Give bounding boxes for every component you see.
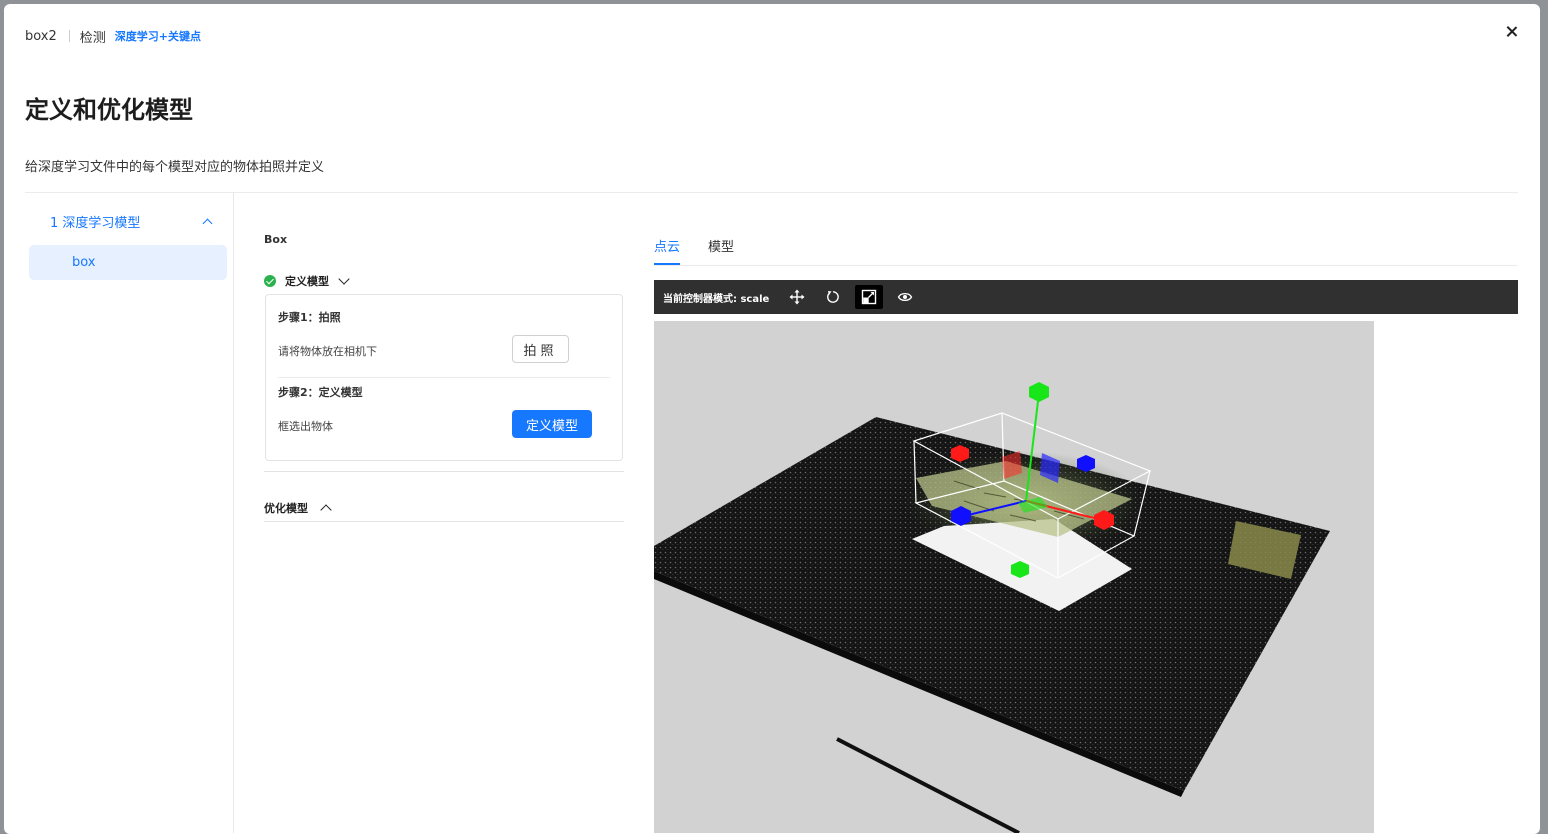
- success-check-icon: [264, 275, 276, 287]
- chevron-up-icon: [320, 504, 332, 516]
- step1-description: 请将物体放在相机下: [278, 345, 377, 358]
- stray-point-line: [836, 737, 1020, 833]
- step2-title: 步骤2：定义模型: [278, 386, 363, 399]
- rotate-tool-button[interactable]: [819, 285, 847, 309]
- point-cloud-viewport[interactable]: [654, 321, 1374, 833]
- rotate-icon: [827, 291, 840, 303]
- chevron-up-icon: [202, 218, 213, 228]
- mode-label: 检测: [79, 30, 106, 46]
- chevron-down-icon: [338, 273, 350, 285]
- sidebar-group-label: 1 深度学习模型: [50, 215, 141, 231]
- sidebar-item-label: box: [72, 255, 96, 270]
- visibility-toggle-button[interactable]: [891, 285, 919, 309]
- step1-title: 步骤1：拍照: [278, 311, 341, 324]
- define-model-section-toggle[interactable]: 定义模型: [264, 273, 350, 289]
- scale-icon: [862, 289, 877, 305]
- controller-mode-value: scale: [740, 293, 770, 305]
- tab-model[interactable]: 模型: [708, 236, 734, 263]
- viewer-tabs: 点云 模型: [654, 229, 1518, 266]
- define-model-card: 步骤1：拍照 请将物体放在相机下 拍照 步骤2：定义模型 框选出物体 定义模型: [265, 294, 623, 461]
- define-model-button[interactable]: 定义模型: [512, 410, 592, 438]
- optimize-model-section-label: 优化模型: [264, 502, 308, 515]
- controller-mode-label: 当前控制器模式:: [663, 293, 737, 305]
- step-divider: [278, 377, 610, 378]
- page-title: 定义和优化模型: [25, 96, 193, 124]
- optimize-model-section-toggle[interactable]: 优化模型: [264, 500, 332, 516]
- project-name: box2: [25, 28, 57, 44]
- modal-dialog: box2 检测 深度学习+关键点 定义和优化模型 给深度学习文件中的每个模型对应…: [4, 4, 1540, 834]
- move-tool-button[interactable]: [783, 285, 811, 309]
- breadcrumb-divider: [68, 30, 70, 42]
- sidebar-group-deep-learning-models[interactable]: 1 深度学习模型: [50, 209, 215, 233]
- viewer-panel: 点云 模型 当前控制器模式: scale: [654, 193, 1518, 833]
- model-sidebar: 1 深度学习模型 box: [25, 193, 234, 833]
- capture-photo-button[interactable]: 拍照: [512, 335, 569, 363]
- step2-description: 框选出物体: [278, 420, 333, 433]
- object-name: Box: [264, 233, 288, 246]
- eye-icon: [898, 292, 913, 302]
- define-model-section-label: 定义模型: [285, 275, 329, 288]
- sidebar-item-box[interactable]: box: [29, 245, 227, 280]
- page-subtitle: 给深度学习文件中的每个模型对应的物体拍照并定义: [25, 160, 325, 175]
- scale-tool-button[interactable]: [855, 285, 884, 309]
- section-divider: [264, 521, 624, 522]
- controller-mode-readout: 当前控制器模式: scale: [663, 290, 769, 305]
- move-icon: [789, 289, 805, 305]
- scale-handle-y: [1029, 382, 1049, 402]
- tab-point-cloud[interactable]: 点云: [654, 236, 681, 265]
- close-icon[interactable]: [1502, 22, 1522, 42]
- viewer-toolbar: 当前控制器模式: scale: [654, 280, 1518, 314]
- section-divider: [264, 471, 624, 472]
- algorithm-label: 深度学习+关键点: [114, 30, 202, 43]
- breadcrumb: box2 检测 深度学习+关键点: [25, 24, 201, 48]
- point-cloud-scene[interactable]: [654, 321, 1374, 833]
